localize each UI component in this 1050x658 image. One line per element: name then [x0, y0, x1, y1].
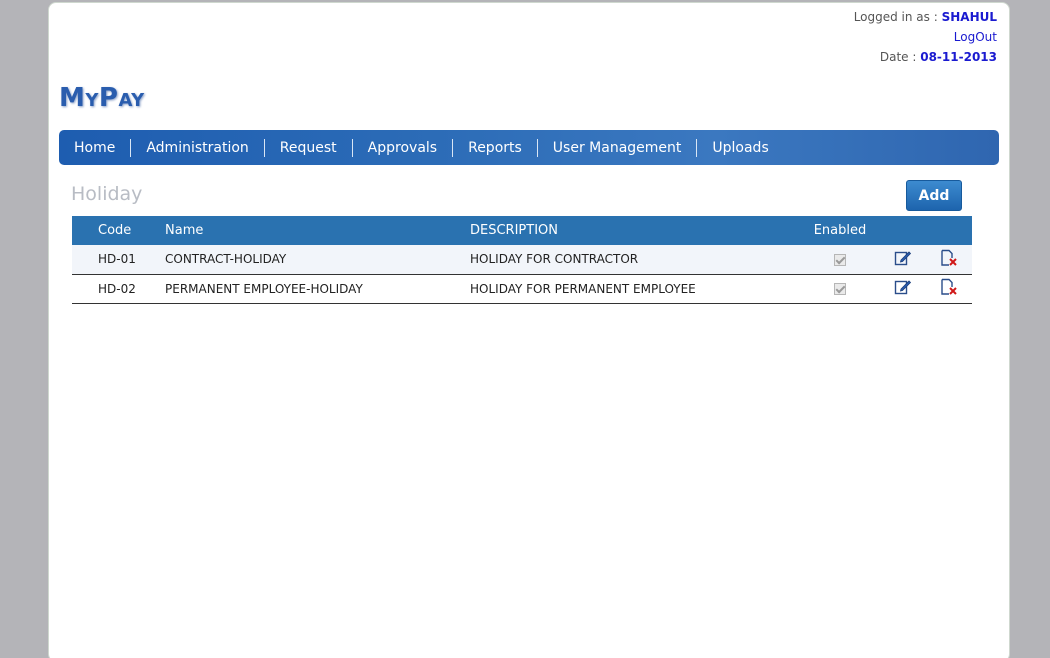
cell-edit	[880, 274, 926, 304]
page-title: Holiday	[71, 183, 143, 205]
table-row[interactable]: HD-02 PERMANENT EMPLOYEE-HOLIDAY HOLIDAY…	[72, 274, 972, 304]
nav-request[interactable]: Request	[265, 138, 352, 158]
table-row[interactable]: HD-01 CONTRACT-HOLIDAY HOLIDAY FOR CONTR…	[72, 245, 972, 275]
header-description: DESCRIPTION	[470, 216, 800, 245]
cell-enabled	[800, 245, 880, 275]
nav-home[interactable]: Home	[59, 138, 130, 158]
cell-name: CONTRACT-HOLIDAY	[165, 245, 470, 275]
cell-delete	[926, 245, 972, 275]
username: SHAHUL	[941, 10, 997, 24]
logout-link[interactable]: LogOut	[954, 30, 997, 44]
cell-name: PERMANENT EMPLOYEE-HOLIDAY	[165, 274, 470, 304]
user-info: Logged in as : SHAHUL LogOut Date : 08-1…	[854, 7, 997, 67]
edit-icon[interactable]	[894, 249, 912, 270]
logged-in-label: Logged in as :	[853, 10, 942, 24]
nav-administration[interactable]: Administration	[131, 138, 263, 158]
cell-code: HD-01	[72, 245, 165, 275]
date-line: Date : 08-11-2013	[854, 47, 997, 67]
enabled-checkbox	[834, 283, 846, 295]
cell-enabled	[800, 274, 880, 304]
date-label: Date :	[879, 50, 921, 64]
table-header-row: Code Name DESCRIPTION Enabled	[72, 216, 972, 245]
nav-uploads[interactable]: Uploads	[697, 138, 783, 158]
page-container: Logged in as : SHAHUL LogOut Date : 08-1…	[48, 2, 1010, 658]
header-edit	[880, 216, 926, 245]
nav-approvals[interactable]: Approvals	[353, 138, 452, 158]
cell-delete	[926, 274, 972, 304]
nav-user-management[interactable]: User Management	[538, 138, 697, 158]
header-delete	[926, 216, 972, 245]
app-logo[interactable]: MyPay	[59, 83, 145, 113]
add-button[interactable]: Add	[906, 180, 962, 211]
enabled-checkbox	[834, 253, 846, 266]
delete-icon[interactable]	[939, 278, 959, 299]
header-code: Code	[72, 216, 165, 245]
nav-reports[interactable]: Reports	[453, 138, 537, 158]
holiday-table: Code Name DESCRIPTION Enabled HD-01 CONT…	[72, 216, 972, 304]
cell-description: HOLIDAY FOR CONTRACTOR	[470, 245, 800, 275]
cell-code: HD-02	[72, 274, 165, 304]
main-nav: Home Administration Request Approvals Re…	[59, 130, 999, 165]
header-name: Name	[165, 216, 470, 245]
edit-icon[interactable]	[894, 278, 912, 299]
header-enabled: Enabled	[800, 216, 880, 245]
cell-edit	[880, 245, 926, 275]
logged-in-line: Logged in as : SHAHUL	[854, 7, 997, 27]
date-value: 08-11-2013	[920, 50, 997, 64]
cell-description: HOLIDAY FOR PERMANENT EMPLOYEE	[470, 274, 800, 304]
delete-icon[interactable]	[939, 249, 959, 270]
